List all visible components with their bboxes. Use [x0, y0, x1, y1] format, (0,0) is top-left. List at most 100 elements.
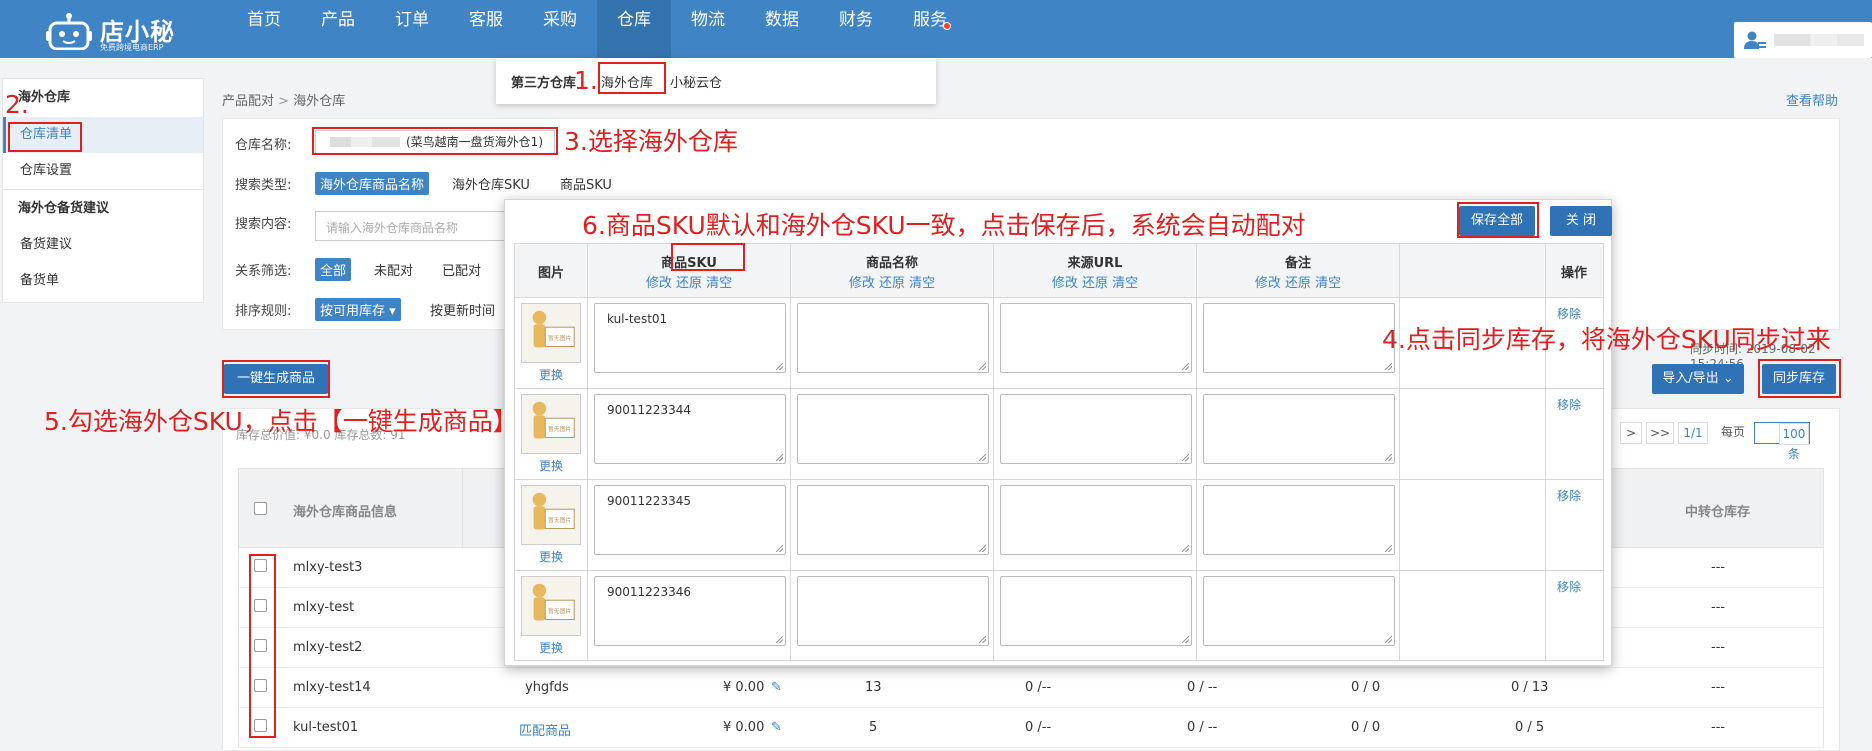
- row-stock: 5: [869, 720, 878, 735]
- row-col2: 0 /--: [1025, 720, 1052, 735]
- search-type-product-sku[interactable]: 商品SKU: [555, 172, 617, 195]
- replace-image-link[interactable]: 更换: [539, 548, 563, 565]
- annotation-box-warehouse-select: [312, 127, 558, 155]
- relation-unpaired[interactable]: 未配对: [369, 258, 418, 281]
- product-name-input[interactable]: [797, 394, 989, 464]
- sidebar: 海外仓库 仓库清单 仓库设置 海外仓备货建议 备货建议 备货单: [2, 78, 204, 303]
- sidebar-group-overseas: 海外仓库: [18, 90, 71, 105]
- mapping-table: 图片 商品SKU 修改 还原 清空 商品名称 修改 还原 清空 来源URL 修改…: [514, 243, 1604, 661]
- pager-last[interactable]: >>: [1646, 422, 1674, 444]
- no-image-placeholder-icon: 暂无图片: [521, 576, 581, 636]
- nav-services-wrap[interactable]: 服务: [893, 0, 967, 58]
- remark-input[interactable]: [1203, 485, 1395, 555]
- sku-input[interactable]: 90011223346: [594, 576, 786, 646]
- nav-purchase[interactable]: 采购: [523, 0, 597, 58]
- search-input[interactable]: 请输入海外仓库商品名称: [315, 211, 515, 241]
- sidebar-group-stock-advice: 海外仓备货建议: [3, 189, 203, 227]
- nav-products[interactable]: 产品: [301, 0, 375, 58]
- pager-per-value: 100条: [1778, 423, 1809, 461]
- relation-paired[interactable]: 已配对: [437, 258, 486, 281]
- mapping-row: 暂无图片 更换 90011223344 移除: [515, 389, 1603, 480]
- nav-service[interactable]: 客服: [449, 0, 523, 58]
- sidebar-item-stock-advice[interactable]: 备货建议: [3, 227, 203, 263]
- import-export-button[interactable]: 导入/导出 ⌄: [1652, 364, 1744, 394]
- product-name-input[interactable]: [797, 485, 989, 555]
- annotation-box-save-all: [1457, 202, 1539, 238]
- row-name: mlxy-test2: [293, 640, 363, 655]
- sort-by-update-time[interactable]: 按更新时间: [425, 298, 500, 321]
- search-content-label: 搜索内容:: [235, 217, 292, 232]
- remark-input[interactable]: [1203, 303, 1395, 373]
- edit-icon[interactable]: ✎: [771, 680, 782, 695]
- remove-link[interactable]: 移除: [1557, 396, 1581, 413]
- relation-all[interactable]: 全部: [315, 258, 352, 281]
- app-logo[interactable]: 店小秘 免费跨境电商ERP: [46, 8, 196, 52]
- source-url-input[interactable]: [1000, 394, 1192, 464]
- nav-logistics[interactable]: 物流: [671, 0, 745, 58]
- edit-icon[interactable]: ✎: [771, 720, 782, 735]
- row-name: kul-test01: [293, 720, 359, 735]
- sort-rule-label: 排序规则:: [235, 304, 292, 319]
- close-button[interactable]: 关 闭: [1550, 206, 1612, 236]
- source-url-input[interactable]: [1000, 485, 1192, 555]
- col-sku-actions[interactable]: 修改 还原 清空: [588, 272, 790, 291]
- select-all-checkbox[interactable]: [254, 502, 267, 515]
- row-sku: yhgfds: [525, 680, 569, 695]
- nav-finance[interactable]: 财务: [819, 0, 893, 58]
- row-col3: 0 / --: [1187, 720, 1218, 735]
- table-row: mlxy-test14 yhgfds ¥ 0.00 ✎ 13 0 /-- 0 /…: [238, 668, 1824, 708]
- search-type-warehouse-sku[interactable]: 海外仓库SKU: [447, 172, 535, 195]
- row-price: ¥ 0.00: [723, 680, 765, 695]
- search-type-product-name[interactable]: 海外仓库商品名称: [315, 172, 430, 195]
- product-name-input[interactable]: [797, 576, 989, 646]
- no-image-placeholder-icon: 暂无图片: [521, 394, 581, 454]
- sidebar-item-warehouse-settings[interactable]: 仓库设置: [3, 153, 203, 189]
- sku-input[interactable]: 90011223345: [594, 485, 786, 555]
- annotation-step-2: 2.: [5, 90, 29, 119]
- col-url-actions[interactable]: 修改 还原 清空: [994, 272, 1196, 291]
- help-link[interactable]: 查看帮助: [1786, 90, 1838, 109]
- remark-input[interactable]: [1203, 394, 1395, 464]
- row-col4: 0 / 0: [1351, 680, 1381, 695]
- nav-home[interactable]: 首页: [227, 0, 301, 58]
- row-price: ¥ 0.00: [723, 720, 765, 735]
- remark-input[interactable]: [1203, 576, 1395, 646]
- nav-services-label: 服务: [913, 10, 947, 30]
- match-product-link[interactable]: 匹配商品: [519, 720, 571, 739]
- user-menu[interactable]: [1734, 22, 1872, 58]
- annotation-box-product-sku: [671, 243, 745, 271]
- pager-per-select[interactable]: 100条 ▾: [1754, 422, 1810, 461]
- col-remark-actions[interactable]: 修改 还原 清空: [1197, 272, 1399, 291]
- replace-image-link[interactable]: 更换: [539, 366, 563, 383]
- thumb-text: 暂无图片: [548, 425, 571, 433]
- product-name-input[interactable]: [797, 303, 989, 373]
- breadcrumb-parent[interactable]: 产品配对: [222, 94, 274, 109]
- no-image-placeholder-icon: 暂无图片: [521, 485, 581, 545]
- source-url-input[interactable]: [1000, 303, 1192, 373]
- th-transit-stock: 中转仓库存: [1685, 505, 1751, 520]
- annotation-box-generate: [222, 360, 330, 398]
- sort-by-stock-label: 按可用库存: [320, 304, 386, 319]
- nav-data[interactable]: 数据: [745, 0, 819, 58]
- annotation-box-sync-stock: [1758, 359, 1841, 398]
- nav-orders[interactable]: 订单: [375, 0, 449, 58]
- remove-link[interactable]: 移除: [1557, 487, 1581, 504]
- nav-warehouse[interactable]: 仓库: [597, 0, 671, 58]
- remove-link[interactable]: 移除: [1557, 578, 1581, 595]
- app-slogan: 免费跨境电商ERP: [100, 43, 164, 52]
- row-transit: ---: [1711, 640, 1726, 655]
- annotation-box-overseas-warehouse: [598, 62, 666, 94]
- sku-input[interactable]: 90011223344: [594, 394, 786, 464]
- submenu-cloud-warehouse[interactable]: 小秘云仓: [670, 72, 722, 91]
- sort-by-stock[interactable]: 按可用库存 ▾: [315, 298, 401, 321]
- table-row: kul-test01 匹配商品 ¥ 0.00 ✎ 5 0 /-- 0 / -- …: [238, 708, 1824, 748]
- col-product-name: 商品名称: [865, 256, 918, 271]
- replace-image-link[interactable]: 更换: [539, 639, 563, 656]
- source-url-input[interactable]: [1000, 576, 1192, 646]
- sidebar-item-stock-orders[interactable]: 备货单: [3, 263, 203, 299]
- replace-image-link[interactable]: 更换: [539, 457, 563, 474]
- row-transit: ---: [1711, 560, 1726, 575]
- pager-next[interactable]: >: [1620, 422, 1642, 444]
- col-name-actions[interactable]: 修改 还原 清空: [791, 272, 993, 291]
- sku-input[interactable]: kul-test01: [594, 303, 786, 373]
